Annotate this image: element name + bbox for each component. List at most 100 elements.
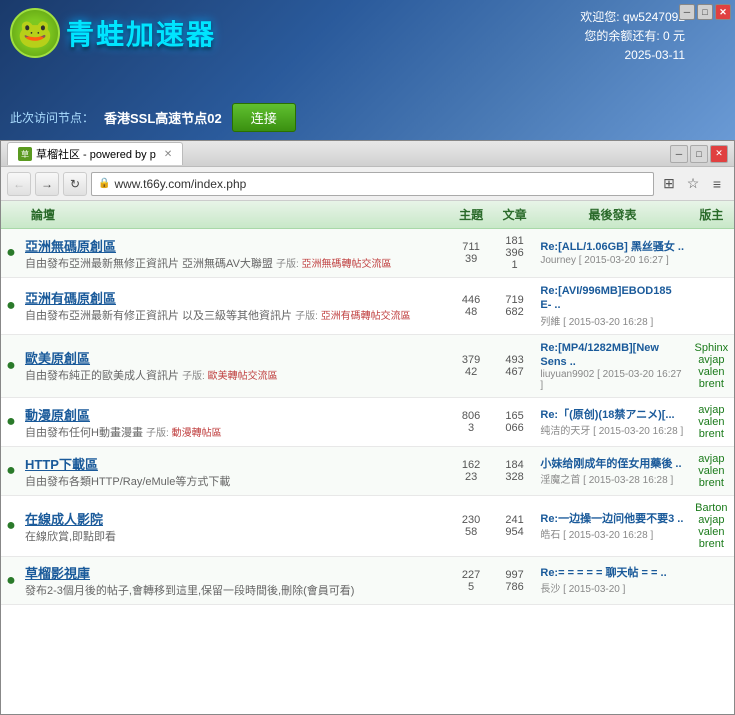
app-maximize-button[interactable]: □ <box>697 4 713 20</box>
last-post-cell: Re:[ALL/1.06GB] 黑丝骚女 .. Journey [ 2015-0… <box>536 229 688 278</box>
last-post-title[interactable]: Re:「(原创)(18禁アニメ)[... <box>540 408 684 422</box>
table-row: ● 歐美原創區 自由發布純正的歐美成人資訊片 子版: 歐美轉帖交流區 37942… <box>1 334 734 398</box>
forum-name-link[interactable]: 動漫原創區 <box>25 405 445 424</box>
table-row: ● HTTP下載區 自由發布各類HTTP/Ray/eMule等方式下載 1622… <box>1 447 734 496</box>
row-icon: ● <box>1 278 21 335</box>
topics-count: 8063 <box>449 398 493 447</box>
moderator-link[interactable]: valen <box>693 465 730 477</box>
bookmarks-icon[interactable]: ⊞ <box>658 173 680 195</box>
moderator-link[interactable]: brent <box>693 428 730 440</box>
last-post-title[interactable]: Re:[ALL/1.06GB] 黑丝骚女 .. <box>540 240 684 254</box>
last-post-title[interactable]: 小妹给刚成年的侄女用藥後 .. <box>540 457 684 471</box>
url-lock-icon: 🔒 <box>98 178 110 189</box>
moderator-link[interactable]: avjap <box>693 514 730 526</box>
browser-minimize-button[interactable]: ─ <box>670 145 688 163</box>
tab-favicon: 草 <box>18 147 32 161</box>
moderator-cell: Bartonavjapvalenbrent <box>689 496 734 557</box>
app-logo: 🐸 青蛙加速器 <box>10 8 216 58</box>
app-window-controls: ─ □ ✕ <box>679 4 731 20</box>
menu-icon[interactable]: ≡ <box>706 173 728 195</box>
app-minimize-button[interactable]: ─ <box>679 4 695 20</box>
tab-close-button[interactable]: ✕ <box>164 149 172 160</box>
star-icon[interactable]: ☆ <box>682 173 704 195</box>
posts-count: 719682 <box>493 278 537 335</box>
last-post-title[interactable]: Re:[AVI/996MB]EBOD185 E- .. <box>540 284 684 313</box>
frog-icon: 🐸 <box>10 8 60 58</box>
moderator-cell <box>689 278 734 335</box>
moderator-cell <box>689 229 734 278</box>
connect-button[interactable]: 连接 <box>232 103 296 132</box>
forum-desc: 自由發布任何H動畫漫畫 <box>25 427 143 439</box>
topics-count: 16223 <box>449 447 493 496</box>
table-row: ● 亞洲無碼原創區 自由發布亞洲最新無修正資訊片 亞洲無碼AV大聯盟 子版: 亞… <box>1 229 734 278</box>
last-post-title[interactable]: Re:一边操一边问他要不要3 .. <box>540 512 684 526</box>
browser-window: 草 草榴社区 - powered by p ✕ ─ □ ✕ ← → ↻ 🔒 ww… <box>0 140 735 715</box>
posts-count: 241954 <box>493 496 537 557</box>
moderator-link[interactable]: brent <box>693 378 730 390</box>
posts-count: 184328 <box>493 447 537 496</box>
last-post-cell: Re:[MP4/1282MB][New Sens .. liuyuan9902 … <box>536 334 688 398</box>
posts-count: 493467 <box>493 334 537 398</box>
nav-right-buttons: ⊞ ☆ ≡ <box>658 173 728 195</box>
forum-desc: 自由發布亞洲最新有修正資訊片 以及三級等其他資訊片 <box>25 310 292 322</box>
moderator-link[interactable]: valen <box>693 526 730 538</box>
moderator-link[interactable]: brent <box>693 538 730 550</box>
last-post-cell: Re:[AVI/996MB]EBOD185 E- .. 列維 [ 2015-03… <box>536 278 688 335</box>
col-header-topics: 主題 <box>449 201 493 229</box>
forum-name-cell: 歐美原創區 自由發布純正的歐美成人資訊片 子版: 歐美轉帖交流區 <box>21 334 449 398</box>
forum-name-link[interactable]: 在線成人影院 <box>25 509 445 528</box>
node-value: 香港SSL高速节点02 <box>104 108 222 127</box>
forum-name-cell: 亞洲有碼原創區 自由發布亞洲最新有修正資訊片 以及三級等其他資訊片 子版: 亞洲… <box>21 278 449 335</box>
last-post-author: liuyuan9902 [ 2015-03-20 16:27 ] <box>540 369 684 391</box>
browser-maximize-button[interactable]: □ <box>690 145 708 163</box>
welcome-text: 欢迎您: qw5247092 <box>580 8 685 27</box>
moderator-cell: avjapvalenbrent <box>689 398 734 447</box>
last-post-cell: Re:「(原创)(18禁アニメ)[... 纯洁的天牙 [ 2015-03-20 … <box>536 398 688 447</box>
forum-name-cell: 在線成人影院 在線欣賞,即點即看 <box>21 496 449 557</box>
forum-name-link[interactable]: HTTP下載區 <box>25 454 445 473</box>
forum-name-link[interactable]: 草榴影視庫 <box>25 563 445 582</box>
tab-title: 草榴社区 - powered by p <box>36 146 156 162</box>
forum-name-link[interactable]: 亞洲有碼原創區 <box>25 288 445 307</box>
forum-name-cell: 動漫原創區 自由發布任何H動畫漫畫 子版: 動漫轉帖區 <box>21 398 449 447</box>
forum-desc: 在線欣賞,即點即看 <box>25 531 116 543</box>
url-text: www.t66y.com/index.php <box>114 177 246 191</box>
moderator-link[interactable]: avjap <box>693 453 730 465</box>
col-header-lastpost: 最後發表 <box>536 201 688 229</box>
url-bar[interactable]: 🔒 www.t66y.com/index.php <box>91 172 654 196</box>
app-right-info: 欢迎您: qw5247092 您的余额还有: 0 元 2025-03-11 <box>580 8 685 66</box>
posts-count: 997786 <box>493 557 537 605</box>
moderator-link[interactable]: avjap <box>693 354 730 366</box>
back-button[interactable]: ← <box>7 172 31 196</box>
moderator-cell <box>689 557 734 605</box>
posts-count: 165066 <box>493 398 537 447</box>
topics-count: 44648 <box>449 278 493 335</box>
browser-navbar: ← → ↻ 🔒 www.t66y.com/index.php ⊞ ☆ ≡ <box>1 167 734 201</box>
forum-desc: 自由發布純正的歐美成人資訊片 <box>25 370 179 382</box>
forum-desc: 自由發布各類HTTP/Ray/eMule等方式下載 <box>25 476 230 488</box>
forum-name-link[interactable]: 亞洲無碼原創區 <box>25 236 445 255</box>
forum-name-link[interactable]: 歐美原創區 <box>25 348 445 367</box>
moderator-cell: Sphinxavjapvalenbrent <box>689 334 734 398</box>
moderator-link[interactable]: avjap <box>693 404 730 416</box>
time-text: 2025-03-11 <box>580 46 685 65</box>
moderator-link[interactable]: valen <box>693 366 730 378</box>
topics-count: 71139 <box>449 229 493 278</box>
last-post-cell: 小妹给刚成年的侄女用藥後 .. 淫魔之首 [ 2015-03-28 16:28 … <box>536 447 688 496</box>
last-post-title[interactable]: Re:= = = = = 聊天帖 = = .. <box>540 566 684 580</box>
moderator-link[interactable]: Barton <box>693 502 730 514</box>
moderator-link[interactable]: valen <box>693 416 730 428</box>
last-post-title[interactable]: Re:[MP4/1282MB][New Sens .. <box>540 341 684 370</box>
moderator-link[interactable]: Sphinx <box>693 342 730 354</box>
browser-close-button[interactable]: ✕ <box>710 145 728 163</box>
app-close-button[interactable]: ✕ <box>715 4 731 20</box>
moderator-link[interactable]: brent <box>693 477 730 489</box>
table-row: ● 草榴影視庫 發布2-3個月後的帖子,會轉移到這里,保留一段時間後,刪除(會員… <box>1 557 734 605</box>
row-icon: ● <box>1 496 21 557</box>
forum-desc: 自由發布亞洲最新無修正資訊片 亞洲無碼AV大聯盟 <box>25 258 273 270</box>
last-post-author: 長沙 [ 2015-03-20 ] <box>540 580 684 595</box>
refresh-button[interactable]: ↻ <box>63 172 87 196</box>
forward-button[interactable]: → <box>35 172 59 196</box>
active-tab[interactable]: 草 草榴社区 - powered by p ✕ <box>7 142 183 165</box>
topics-count: 2275 <box>449 557 493 605</box>
